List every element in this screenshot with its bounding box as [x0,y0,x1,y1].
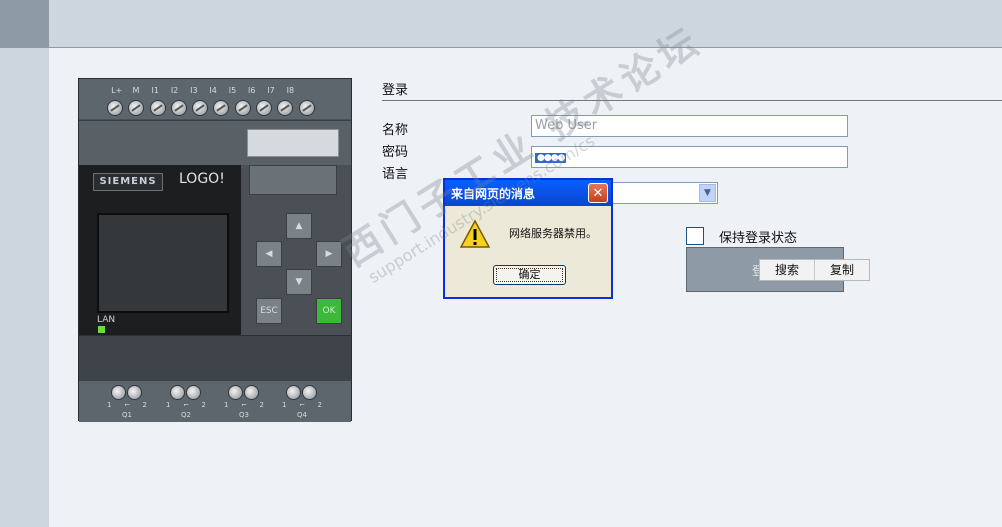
terminal-label: I3 [190,86,198,95]
screw-icon [127,385,142,400]
logo-device-image: L+ M I1 I2 I3 I4 I5 I6 I7 I8 SIEMENS LOG… [78,78,352,422]
terminal-label: I2 [170,86,179,95]
name-label: 名称 [382,123,409,138]
terminal-label: I1 [151,86,159,95]
screw-icon [234,100,251,116]
screw-icon [149,100,166,116]
username-input[interactable]: Web User [531,115,848,137]
top-banner-corner [0,0,49,47]
password-label: 密码 [382,145,409,160]
screw-icon [228,385,243,400]
relay-contact-icon: ⌐ [241,401,247,409]
terminal-label: I7 [267,86,275,95]
relay-contact-icon: ⌐ [183,401,189,409]
up-arrow-key-icon: ▲ [286,213,312,239]
context-menu-search[interactable]: 搜索 [760,260,814,280]
output-label: Q4 [297,411,307,419]
device-upper-band [79,120,351,165]
screw-icon [286,385,301,400]
output-label: Q1 [122,411,132,419]
dialog-titlebar[interactable]: 来自网页的消息 ✕ [445,180,611,206]
chevron-down-icon[interactable]: ▼ [699,184,716,202]
ok-key: OK [316,298,342,324]
pin-label: 1 [166,401,171,409]
terminal-label: I8 [286,86,295,95]
model-label: LOGO! [179,171,225,187]
device-front-panel: SIEMENS LOGO! LAN ▲ ◀ ▶ ▼ ESC OK [79,165,351,335]
screw-icon [302,385,317,400]
password-value: ●●●● [535,153,567,163]
output-terminal-group: 1 ⌐ 2 Q3 [224,385,264,419]
card-slot [249,165,337,195]
dialog-title: 来自网页的消息 [451,187,536,201]
relay-contact-icon: ⌐ [124,401,130,409]
output-label: Q2 [181,411,191,419]
lan-label: LAN [97,315,116,325]
screw-icon [170,385,185,400]
lcd-display [97,213,229,313]
screw-icon [107,100,123,116]
screw-icon [186,385,201,400]
down-arrow-key-icon: ▼ [286,269,312,295]
input-terminal-row: L+ M I1 I2 I3 I4 I5 I6 I7 I8 [79,79,351,119]
relay-contact-icon: ⌐ [299,401,305,409]
top-banner [0,0,1002,48]
screw-icon [298,100,315,116]
left-arrow-key-icon: ◀ [256,241,282,267]
context-menu: 搜索 复制 [759,259,870,281]
pin-label: 2 [317,401,322,409]
left-strip [0,48,49,527]
password-input[interactable]: ●●●● [531,146,848,168]
close-icon[interactable]: ✕ [588,183,608,203]
terminal-label: I6 [248,86,256,95]
context-menu-copy[interactable]: 复制 [814,260,869,280]
screw-icon [192,100,209,116]
output-terminal-group: 1 ⌐ 2 Q4 [282,385,322,419]
terminal-label: L+ [111,86,123,95]
pin-label: 1 [282,401,287,409]
output-terminal-row: 1 ⌐ 2 Q1 1 ⌐ 2 Q2 1 ⌐ 2 Q3 1 ⌐ 2 Q4 [79,381,351,422]
alert-dialog: 来自网页的消息 ✕ 网络服务器禁用。 确定 [443,178,613,299]
pin-label: 2 [201,401,206,409]
pin-label: 2 [259,401,264,409]
dialog-ok-button[interactable]: 确定 [493,265,566,285]
terminal-label: M [132,86,140,95]
screw-icon [111,385,126,400]
title-divider [382,100,1002,101]
screw-icon [256,100,273,116]
pin-label: 1 [224,401,229,409]
remember-login-label: 保持登录状态 [719,231,798,246]
screw-icon [128,100,145,116]
dialog-message: 网络服务器禁用。 [509,227,597,240]
output-terminal-group: 1 ⌐ 2 Q2 [166,385,206,419]
login-title: 登录 [382,83,409,98]
brand-label: SIEMENS [93,173,163,191]
screw-icon [170,100,187,116]
terminal-label: I5 [228,86,237,95]
lan-led-icon [98,326,105,333]
pin-label: 2 [142,401,147,409]
device-lower-band [79,335,351,382]
pin-label: 1 [107,401,112,409]
terminal-label: I4 [209,86,217,95]
output-label: Q3 [239,411,249,419]
keypad-panel: ▲ ◀ ▶ ▼ ESC OK [241,165,351,335]
output-terminal-group: 1 ⌐ 2 Q1 [107,385,147,419]
right-arrow-key-icon: ▶ [316,241,342,267]
language-label: 语言 [382,167,409,182]
label-slot [247,129,339,157]
remember-login-checkbox[interactable] [686,227,704,245]
screw-icon [213,100,230,116]
warning-icon [459,219,491,248]
screw-icon [277,100,294,116]
screw-icon [244,385,259,400]
esc-key: ESC [256,298,282,324]
